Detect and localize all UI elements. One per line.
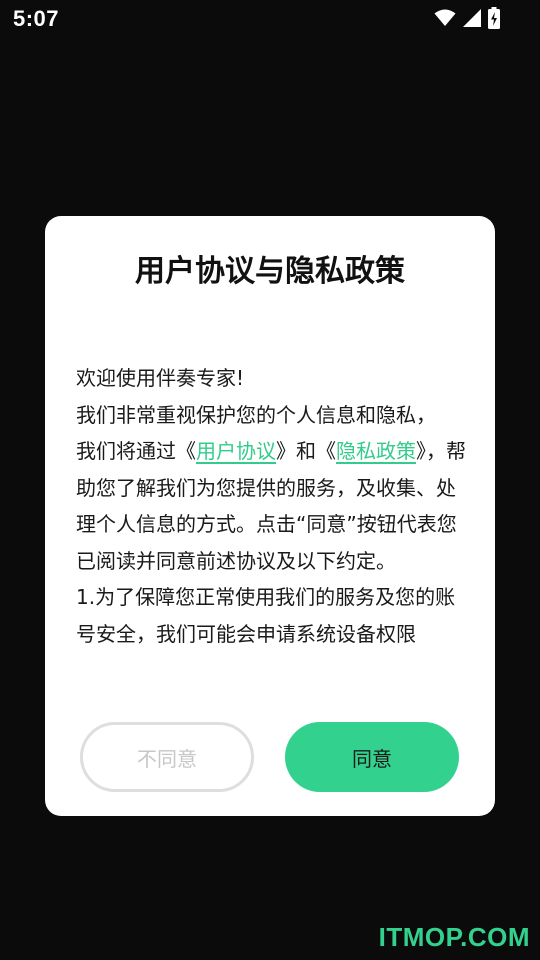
user-agreement-link[interactable]: 用户协议 (196, 439, 276, 463)
privacy-policy-link[interactable]: 隐私政策 (336, 439, 416, 463)
agree-button[interactable]: 同意 (285, 722, 459, 792)
dialog-title: 用户协议与隐私政策 (135, 254, 405, 289)
signal-icon (462, 8, 482, 28)
dialog-body-scroll[interactable]: 欢迎使用伴奏专家! 我们非常重视保护您的个人信息和隐私， 我们将通过《用户协议》… (76, 360, 468, 666)
status-time: 5:07 (13, 6, 60, 31)
wifi-icon (434, 9, 456, 27)
policy-paragraph: 我们将通过《用户协议》和《隐私政策》，帮助您了解我们为您提供的服务，及收集、处理… (76, 433, 468, 579)
policy-text-mid: 》和《 (276, 439, 336, 463)
disagree-button[interactable]: 不同意 (80, 722, 254, 792)
policy-text-pre: 我们将通过《 (76, 439, 196, 463)
status-bar: 5:07 (0, 0, 540, 38)
battery-charging-icon (488, 7, 500, 29)
watermark-logo: ITMOP.COM (378, 922, 530, 952)
intro-text: 我们非常重视保护您的个人信息和隐私， (76, 402, 436, 427)
status-icons (434, 7, 500, 29)
clause-1-text: 1.为了保障您正常使用我们的服务及您的账号安全，我们可能会申请系统设备权限 (76, 585, 456, 646)
screen: 5:07 用户协议与隐私政策 欢迎使用伴奏专家! 我们非常重视保护您的个人信息和… (0, 0, 540, 960)
greeting-text: 欢迎使用伴奏专家! (76, 366, 245, 390)
